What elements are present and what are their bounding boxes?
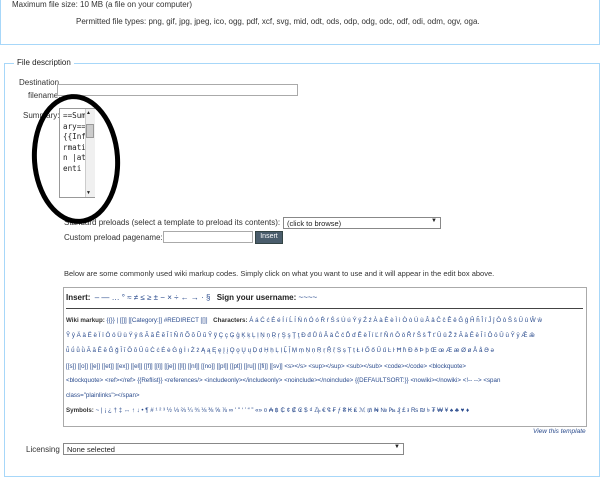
chars-line-3[interactable]: ǖ ǘ ǚ ǜ Ă ă Ĕ ĕ Ğ ğ Ĭ ĭ Ŏ ŏ Ŭ ŭ Ċ ċ Ė ė … [66, 346, 584, 356]
licensing-selected-value: None selected [67, 445, 115, 454]
destination-label: Destination [19, 78, 60, 87]
insert-bar: Insert: – — … ° ≈ ≠ ≤ ≥ ± − × ÷ ← → · § … [66, 293, 317, 302]
tags-line-2[interactable]: <blockquote> <ref></ref> {{Reflist}} <re… [66, 376, 584, 386]
fieldset-legend: File description [14, 58, 74, 67]
chars-line-1[interactable]: Á á Ć ć É é Í í Ĺ ĺ Ń ń Ó ó Ŕ ŕ Ś ś Ú ú … [249, 317, 542, 324]
tags-line-1[interactable]: [[s]] [[o]] [[e]] [[et]] [[ex]] [[el]] [… [66, 362, 584, 372]
insert-chars[interactable]: – — … ° ≈ ≠ ≤ ≥ ± − × ÷ ← → · § [95, 293, 211, 302]
sign-value[interactable]: ~~~~ [299, 293, 318, 302]
insert-label: Insert: [66, 293, 91, 302]
standard-preloads-label: Standard preloads (select a template to … [64, 218, 281, 227]
view-template-link[interactable]: View this template [533, 428, 586, 435]
permitted-types-text: Permitted file types: png, gif, jpg, jpe… [76, 17, 480, 26]
wiki-markup-row: Wiki markup: {{}} | [[]] [[Category:]] #… [66, 316, 584, 326]
licensing-select[interactable]: None selected ▼ [63, 443, 404, 455]
preloads-selected-value: (click to browse) [287, 219, 342, 228]
wiki-markup-label: Wiki markup: [66, 317, 105, 324]
symbols-value[interactable]: ~ | ¡ ¿ † ‡ ↔ ↑ ↓ • ¶ # ¹ ² ³ ½ ⅓ ⅔ ¼ ¾ … [96, 407, 470, 414]
chevron-down-icon: ▼ [394, 444, 400, 450]
standard-preloads-select[interactable]: (click to browse) ▼ [283, 217, 441, 229]
insert-button[interactable]: Insert [255, 231, 283, 244]
sign-label: Sign your username: [216, 293, 297, 302]
custom-preload-input[interactable] [163, 231, 253, 243]
licensing-label: Licensing [26, 445, 60, 454]
symbols-row: Symbols: ~ | ¡ ¿ † ‡ ↔ ↑ ↓ • ¶ # ¹ ² ³ ½… [66, 406, 584, 416]
chevron-down-icon: ▼ [431, 218, 437, 224]
chars-line-2[interactable]: Ŷ ŷ Ä ä Ë ë Ï ï Ö ö Ü ü Ÿ ÿ ß Ã ã Ẽ ẽ Ĩ … [66, 331, 584, 341]
insert-divider [66, 308, 583, 309]
markup-intro-text: Below are some commonly used wiki markup… [64, 269, 495, 278]
wiki-markup-items[interactable]: {{}} | [[]] [[Category:]] #REDIRECT [[]] [107, 317, 208, 324]
custom-preload-label: Custom preload pagename: [64, 233, 163, 242]
characters-label: Characters: [213, 317, 248, 324]
symbols-label: Symbols: [66, 407, 94, 414]
destination-filename-input[interactable] [57, 84, 298, 96]
tags-line-3[interactable]: class="plainlinks"></span> [66, 391, 140, 401]
max-file-size-text: Maximum file size: 10 MB (a file on your… [12, 0, 193, 9]
